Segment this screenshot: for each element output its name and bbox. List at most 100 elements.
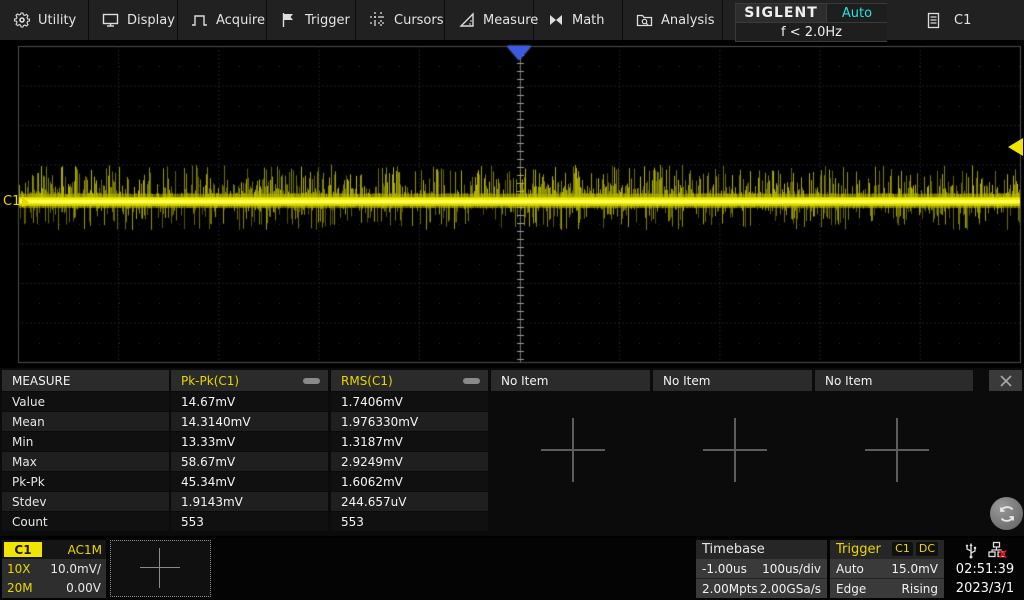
timebase-row-1: -1.00us 100us/div xyxy=(696,559,827,578)
remove-measure-icon[interactable] xyxy=(463,378,480,384)
trigger-coupling-badge: DC xyxy=(916,542,938,556)
plus-icon xyxy=(541,418,605,482)
channel-offset-marker[interactable]: C1 xyxy=(3,194,29,209)
trigger-type: Edge xyxy=(836,582,866,596)
trigger-mode: Auto xyxy=(836,562,864,576)
acquisition-mode-badge[interactable]: Auto xyxy=(827,4,887,22)
menu-display[interactable]: Display xyxy=(89,0,178,40)
brand-logo: SIGLENT xyxy=(736,4,826,22)
remove-measure-icon[interactable] xyxy=(303,378,320,384)
clock-date: 2023/3/1 xyxy=(956,579,1014,598)
add-measure-button[interactable] xyxy=(865,418,929,482)
status-icons xyxy=(964,540,1007,560)
stat-value-pkpk: 58.67mV xyxy=(171,452,328,471)
pulse-icon xyxy=(191,12,208,29)
add-measure-button[interactable] xyxy=(541,418,605,482)
folder-search-icon xyxy=(636,12,653,29)
trigger-row-1: Auto 15.0mV xyxy=(830,559,944,578)
timebase-title: Timebase xyxy=(696,540,827,558)
menu-label: Measure xyxy=(483,13,538,28)
measure-source-button[interactable]: C1 xyxy=(915,0,981,40)
menu-label: Analysis xyxy=(661,13,715,28)
waveform-display[interactable] xyxy=(0,42,1024,366)
timebase-delay: -1.00us xyxy=(702,562,747,576)
menu-measure[interactable]: Measure xyxy=(445,0,534,40)
stat-value-rms: 2.9249mV xyxy=(331,452,488,471)
menu-trigger[interactable]: Trigger xyxy=(267,0,356,40)
trigger-row-2: Edge Rising xyxy=(830,579,944,598)
stat-row-label: Mean xyxy=(2,412,169,431)
close-icon xyxy=(999,374,1013,388)
timebase-descriptor-box[interactable]: Timebase -1.00us 100us/div 2.00Mpts 2.00… xyxy=(696,540,827,598)
channel-offset-label: C1 xyxy=(3,194,20,209)
stat-row-label: Min xyxy=(2,432,169,451)
stat-row-label: Pk-Pk xyxy=(2,472,169,491)
trigger-descriptor-box[interactable]: Trigger C1 DC Auto 15.0mV Edge Rising xyxy=(830,540,944,598)
trigger-level-marker[interactable] xyxy=(1008,138,1023,156)
memory-depth: 2.00Mpts xyxy=(702,582,758,596)
channel-descriptor-box[interactable]: C1 AC1M 10X 10.0mV/ 20M 0.00V xyxy=(2,540,106,598)
add-channel-button[interactable] xyxy=(110,540,211,597)
menu-label: Display xyxy=(127,13,175,28)
plus-icon xyxy=(865,418,929,482)
channel-badge: C1 xyxy=(4,542,42,557)
measure-column-rms[interactable]: RMS(C1) xyxy=(331,370,488,391)
measure-column-empty-2[interactable]: No Item xyxy=(653,370,812,391)
stat-value-pkpk: 14.3140mV xyxy=(171,412,328,431)
stat-value-rms: 1.6062mV xyxy=(331,472,488,491)
stat-value-rms: 553 xyxy=(331,512,488,531)
menu-utility[interactable]: Utility xyxy=(0,0,89,40)
measure-column-empty-3[interactable]: No Item xyxy=(815,370,973,391)
trigger-source-badge: C1 xyxy=(892,542,913,556)
menu-label: Cursors xyxy=(394,13,444,28)
menu-analysis[interactable]: Analysis xyxy=(623,0,723,40)
trigger-badges: C1 DC xyxy=(892,542,938,556)
trigger-frequency-readout: f < 2.0Hz xyxy=(736,23,887,41)
stat-value-pkpk: 14.67mV xyxy=(171,392,328,411)
system-status-box: 02:51:39 2023/3/1 xyxy=(948,540,1022,598)
measure-column-empty-1[interactable]: No Item xyxy=(491,370,650,391)
sample-rate: 2.00GSa/s xyxy=(760,582,821,596)
stat-row-label: Max xyxy=(2,452,169,471)
menu-acquire[interactable]: Acquire xyxy=(178,0,267,40)
usb-icon[interactable] xyxy=(964,541,978,559)
top-menu-bar: Utility Display Acquire Trigger Cursors xyxy=(0,0,1024,42)
bandwidth-limit: 20M xyxy=(7,581,33,595)
trigger-position-marker[interactable] xyxy=(507,46,531,60)
clipboard-icon xyxy=(925,12,942,29)
gear-icon xyxy=(13,12,30,29)
stat-value-rms: 1.7406mV xyxy=(331,392,488,411)
menu-label: Trigger xyxy=(305,13,350,28)
add-measure-button[interactable] xyxy=(703,418,767,482)
measure-column-pkpk[interactable]: Pk-Pk(C1) xyxy=(171,370,328,391)
stat-value-pkpk: 13.33mV xyxy=(171,432,328,451)
trigger-level: 15.0mV xyxy=(891,562,938,576)
stat-value-rms: 1.976330mV xyxy=(331,412,488,431)
stat-value-pkpk: 1.9143mV xyxy=(171,492,328,511)
stat-value-pkpk: 45.34mV xyxy=(171,472,328,491)
clock-time: 02:51:39 xyxy=(956,560,1014,579)
stat-row-label: Stdev xyxy=(2,492,169,511)
reset-statistics-button[interactable] xyxy=(990,497,1023,530)
channel-offset-value: 0.00V xyxy=(66,581,101,595)
menu-label: Acquire xyxy=(216,13,265,28)
channel-offset-row: 20M 0.00V xyxy=(2,578,106,597)
menu-label: Utility xyxy=(38,13,76,28)
right-arrow-icon xyxy=(22,197,29,207)
menu-cursors[interactable]: Cursors xyxy=(356,0,445,40)
volts-per-div: 10.0mV/ xyxy=(50,562,101,576)
bottom-status-bar: C1 AC1M 10X 10.0mV/ 20M 0.00V Timebase -… xyxy=(0,538,1024,600)
monitor-icon xyxy=(102,12,119,29)
probe-attenuation: 10X xyxy=(7,562,31,576)
plus-icon xyxy=(703,418,767,482)
trigger-slope: Rising xyxy=(902,582,938,596)
measure-panel: MEASURE Pk-Pk(C1) RMS(C1) No Item No Ite… xyxy=(0,368,1024,536)
lan-disconnected-icon[interactable] xyxy=(988,541,1007,559)
source-label: C1 xyxy=(954,13,971,28)
bowtie-icon xyxy=(547,12,564,29)
menu-math[interactable]: Math xyxy=(534,0,623,40)
timebase-row-2: 2.00Mpts 2.00GSa/s xyxy=(696,579,827,598)
stat-value-pkpk: 553 xyxy=(171,512,328,531)
stat-value-rms: 244.657uV xyxy=(331,492,488,511)
close-measure-panel-button[interactable] xyxy=(989,370,1022,391)
